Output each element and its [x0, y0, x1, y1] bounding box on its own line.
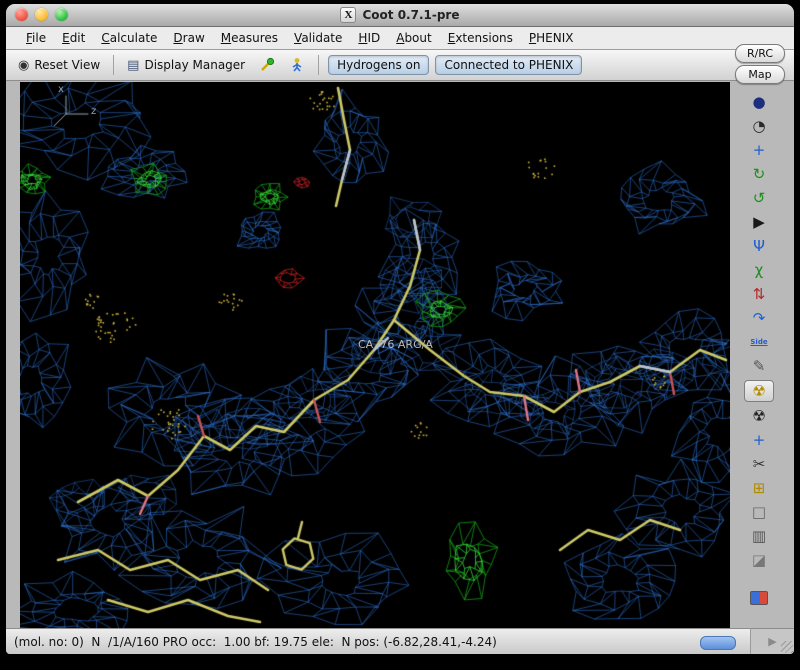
side-chain-flip-icon[interactable]: Side — [745, 332, 773, 352]
delete-icon[interactable]: ▥ — [745, 526, 773, 546]
baton-build-icon — [292, 58, 302, 72]
display-manager-label: Display Manager — [144, 58, 246, 72]
map-button[interactable]: Map — [735, 65, 785, 84]
menu-item-about[interactable]: About — [388, 29, 440, 47]
screen: { "window": { "title": "Coot 0.7.1-pre",… — [0, 0, 800, 670]
phenix-connection-toggle[interactable]: Connected to PHENIX — [435, 55, 583, 75]
hydrogens-toggle[interactable]: Hydrogens on — [328, 55, 430, 75]
menu-item-extensions[interactable]: Extensions — [440, 29, 521, 47]
window-title: Coot 0.7.1-pre — [362, 8, 460, 22]
right-toolbar: ● ◔ + ↻ ↺ ▶ Ψχ ⇅ ↷ Side ✎ ☢ ☢ + ✂ ⊞ □ ▥ ◪ — [737, 92, 781, 608]
residue-label: CA /76 ARG/A — [358, 338, 433, 351]
density-canvas[interactable] — [20, 82, 730, 628]
zoom-button[interactable] — [55, 8, 68, 21]
status-scrollbar[interactable] — [700, 636, 736, 650]
graphics-viewport: x z CA /76 ARG/A — [20, 82, 730, 628]
window-controls — [15, 8, 68, 21]
rrc-button[interactable]: R/RC — [735, 44, 785, 63]
edit-backbone-icon[interactable]: ✎ — [745, 356, 773, 376]
goto-atom-button[interactable] — [255, 55, 279, 75]
x11-icon: X — [340, 7, 357, 23]
real-space-refine-icon[interactable]: ☢ — [744, 380, 774, 402]
rotamers-icon[interactable]: Ψ — [745, 236, 773, 256]
menu-item-phenix[interactable]: PHENIX — [521, 29, 582, 47]
reset-view-label: Reset View — [34, 58, 101, 72]
expand-arrow-icon[interactable]: ▶ — [768, 635, 776, 648]
eraser-icon[interactable]: ◪ — [745, 550, 773, 570]
status-text: (mol. no: 0) N /1/A/160 PRO occ: 1.00 bf… — [14, 634, 497, 649]
cut-icon[interactable]: ✂ — [745, 454, 773, 474]
menu-item-edit[interactable]: Edit — [54, 29, 93, 47]
clock-icon[interactable]: ◔ — [745, 116, 773, 136]
add-alt-conf-icon[interactable]: ⊞ — [745, 478, 773, 498]
close-button[interactable] — [15, 8, 28, 21]
picture-icon[interactable] — [745, 588, 773, 608]
toolbar-separator — [113, 55, 115, 75]
menu-item-file[interactable]: File — [18, 29, 54, 47]
title-bar[interactable]: X Coot 0.7.1-pre — [6, 4, 794, 27]
corner-box: ▶ — [750, 628, 794, 654]
refine-zone-icon[interactable]: ↻ — [745, 164, 773, 184]
toolbar-separator — [318, 55, 320, 75]
add-terminal-icon[interactable]: + — [745, 430, 773, 450]
navigation-icon[interactable]: ● — [745, 92, 773, 112]
menu-item-measures[interactable]: Measures — [213, 29, 286, 47]
goto-atom-icon — [261, 57, 275, 71]
status-bar: (mol. no: 0) N /1/A/160 PRO occ: 1.00 bf… — [6, 628, 750, 654]
placeholder-icon[interactable]: □ — [745, 502, 773, 522]
window-title-group: X Coot 0.7.1-pre — [340, 7, 460, 23]
menu-bar: File Edit Calculate Draw Measures Validate HID… — [6, 27, 794, 50]
menu-item-hid[interactable]: HID — [350, 29, 388, 47]
auto-fit-rotamer-icon[interactable]: ↷ — [745, 308, 773, 328]
reset-view-button[interactable]: ◉ Reset View — [14, 56, 104, 74]
play-icon[interactable]: ▶ — [745, 212, 773, 232]
resize-grip[interactable] — [781, 641, 793, 653]
coot-window: X Coot 0.7.1-pre File Edit Calculate Draw Me… — [6, 4, 794, 654]
flip-peptide-icon[interactable]: ⇅ — [745, 284, 773, 304]
torsion-icon[interactable]: ↺ — [745, 188, 773, 208]
menu-item-validate[interactable]: Validate — [286, 29, 350, 47]
main-toolbar: ◉ Reset View ▤ Display Manager Hydrogens… — [6, 50, 794, 81]
minimize-button[interactable] — [35, 8, 48, 21]
display-manager-button[interactable]: ▤ Display Manager — [123, 56, 249, 74]
menu-item-draw[interactable]: Draw — [165, 29, 212, 47]
eye-icon: ◉ — [18, 57, 30, 73]
axis-x-label: x — [58, 84, 64, 95]
move-molecule-icon[interactable]: + — [745, 140, 773, 160]
baton-build-button[interactable] — [285, 55, 309, 75]
axis-z-label: z — [91, 106, 97, 117]
regularize-icon[interactable]: ☢ — [745, 406, 773, 426]
menu-item-calculate[interactable]: Calculate — [93, 29, 165, 47]
display-manager-icon: ▤ — [127, 57, 140, 73]
chi-angles-icon[interactable]: χ — [745, 260, 773, 280]
